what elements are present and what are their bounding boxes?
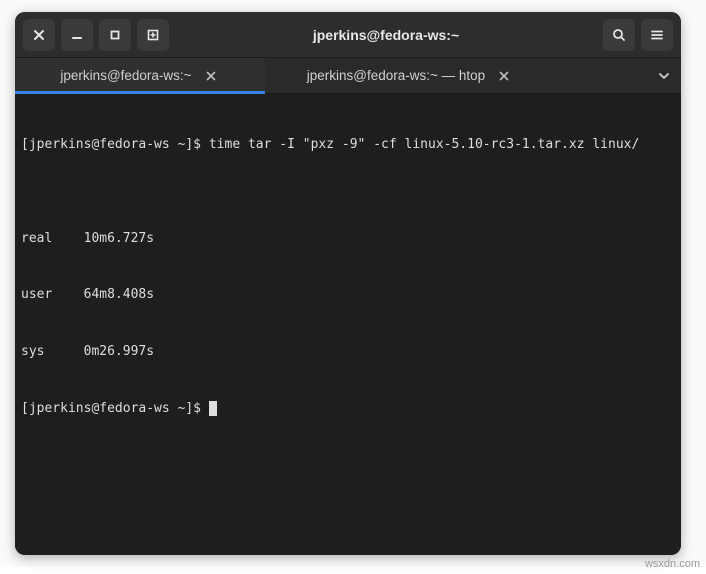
tab-bar: jperkins@fedora-ws:~ jperkins@fedora-ws:… bbox=[15, 58, 681, 94]
terminal-content[interactable]: [jperkins@fedora-ws ~]$ time tar -I "pxz… bbox=[15, 94, 681, 555]
tab-2[interactable]: jperkins@fedora-ws:~ — htop bbox=[265, 58, 555, 93]
search-button[interactable] bbox=[603, 19, 635, 51]
terminal-prompt-line: [jperkins@fedora-ws ~]$ bbox=[21, 400, 675, 419]
tab-label: jperkins@fedora-ws:~ — htop bbox=[307, 68, 485, 83]
close-icon[interactable] bbox=[495, 67, 513, 85]
tab-dropdown-button[interactable] bbox=[647, 58, 681, 93]
cursor-icon bbox=[209, 401, 217, 416]
terminal-line: [jperkins@fedora-ws ~]$ time tar -I "pxz… bbox=[21, 136, 675, 155]
tab-1[interactable]: jperkins@fedora-ws:~ bbox=[15, 58, 265, 93]
window-title: jperkins@fedora-ws:~ bbox=[175, 27, 597, 43]
tab-label: jperkins@fedora-ws:~ bbox=[60, 68, 191, 83]
terminal-line: user 64m8.408s bbox=[21, 286, 675, 305]
terminal-line: real 10m6.727s bbox=[21, 230, 675, 249]
minimize-button[interactable] bbox=[61, 19, 93, 51]
new-tab-button[interactable] bbox=[137, 19, 169, 51]
watermark: wsxdn.com bbox=[645, 558, 700, 570]
hamburger-menu-button[interactable] bbox=[641, 19, 673, 51]
close-icon[interactable] bbox=[202, 67, 220, 85]
maximize-button[interactable] bbox=[99, 19, 131, 51]
titlebar: jperkins@fedora-ws:~ bbox=[15, 12, 681, 58]
close-button[interactable] bbox=[23, 19, 55, 51]
terminal-window: jperkins@fedora-ws:~ jperkins@fedora-ws:… bbox=[15, 12, 681, 555]
terminal-line: sys 0m26.997s bbox=[21, 343, 675, 362]
